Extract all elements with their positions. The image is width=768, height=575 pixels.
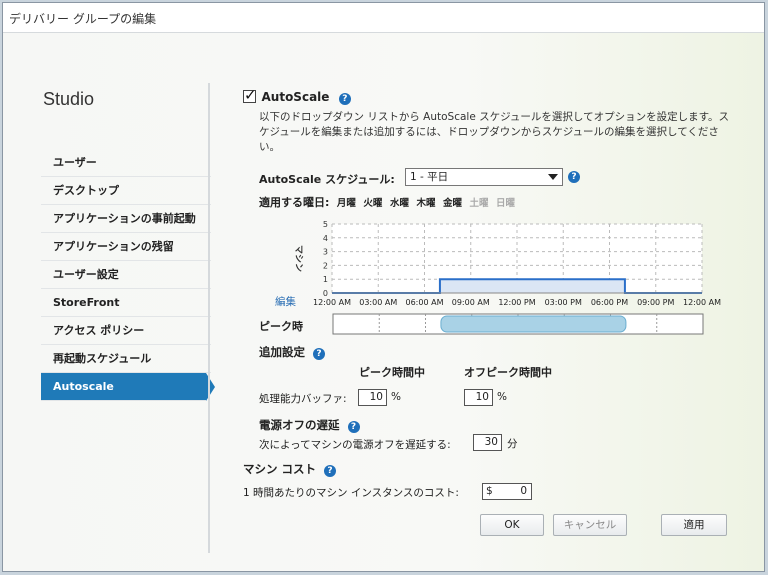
day-sun[interactable]: 日曜 — [496, 198, 515, 209]
schedule-dropdown-value: 1 - 平日 — [410, 171, 449, 183]
sidebar-item-users[interactable]: ユーザー — [41, 149, 211, 177]
schedule-label: AutoScale スケジュール: — [259, 173, 395, 186]
autoscale-row: ✓ AutoScale ? — [243, 86, 351, 107]
day-wed[interactable]: 水曜 — [390, 198, 409, 209]
col-offpeak-heading: オフピーク時間中 — [464, 366, 552, 379]
peak-range-segment[interactable] — [440, 315, 627, 333]
y-tick-label: 4 — [323, 234, 328, 243]
day-fri[interactable]: 金曜 — [443, 198, 462, 209]
days-row: 適用する曜日: 月曜 火曜 水曜 木曜 金曜 土曜 日曜 — [259, 194, 519, 210]
power-off-delay-input[interactable]: 30 — [473, 434, 502, 451]
y-tick-label: 2 — [323, 261, 328, 270]
y-axis-label: マシン — [293, 245, 304, 272]
peak-buffer-unit: % — [391, 391, 401, 403]
x-tick-label: 09:00 PM — [637, 298, 674, 307]
days-label: 適用する曜日: — [259, 196, 330, 209]
sidebar-item-app-prelaunch[interactable]: アプリケーションの事前起動 — [41, 205, 211, 233]
x-tick-label: 12:00 PM — [498, 298, 535, 307]
cancel-button[interactable]: キャンセル — [553, 514, 627, 536]
day-thu[interactable]: 木曜 — [416, 198, 435, 209]
window-title: デリバリー グループの編集 — [9, 12, 157, 26]
machine-cost-help-icon[interactable]: ? — [324, 465, 337, 477]
sidebar-item-app-lingering[interactable]: アプリケーションの残留 — [41, 233, 211, 261]
dialog-content: Studio ユーザー デスクトップ アプリケーションの事前起動 アプリケーショ… — [3, 33, 764, 571]
power-off-heading: 電源オフの遅延 — [259, 418, 340, 432]
schedule-dropdown[interactable]: 1 - 平日 — [405, 168, 563, 186]
autoscale-checkbox[interactable]: ✓ — [243, 86, 257, 104]
offpeak-buffer-input[interactable]: 10 — [464, 389, 493, 406]
edit-delivery-group-window: デリバリー グループの編集 Studio ユーザー デスクトップ アプリケーショ… — [2, 2, 765, 572]
peak-buffer-input[interactable]: 10 — [358, 389, 387, 406]
sidebar-item-autoscale[interactable]: Autoscale — [41, 373, 215, 401]
sidebar-item-access-policy[interactable]: アクセス ポリシー — [41, 317, 211, 345]
x-tick-label: 06:00 PM — [591, 298, 628, 307]
sidebar-item-desktops[interactable]: デスクトップ — [41, 177, 211, 205]
sidebar-item-restart-schedule[interactable]: 再起動スケジュール — [41, 345, 211, 373]
edit-schedule-link[interactable]: 編集 — [275, 294, 296, 309]
x-tick-label: 06:00 AM — [406, 298, 444, 307]
checkmark-icon: ✓ — [244, 86, 257, 104]
additional-settings-row: 追加設定 ? — [259, 344, 326, 360]
day-tue[interactable]: 火曜 — [363, 198, 382, 209]
machine-cost-value: 0 — [520, 485, 527, 497]
day-sat[interactable]: 土曜 — [469, 198, 488, 209]
studio-heading: Studio — [43, 89, 95, 109]
apply-button[interactable]: 適用 — [661, 514, 727, 536]
power-off-label: 次によってマシンの電源オフを遅延する: — [259, 439, 451, 451]
power-off-unit: 分 — [507, 438, 518, 450]
x-tick-label: 12:00 AM — [683, 298, 721, 307]
sidebar-item-user-settings[interactable]: ユーザー設定 — [41, 261, 211, 289]
power-off-row: 電源オフの遅延 ? — [259, 417, 360, 433]
y-tick-label: 1 — [323, 275, 328, 284]
x-tick-label: 03:00 AM — [359, 298, 397, 307]
machine-cost-heading: マシン コスト — [243, 462, 317, 476]
machine-cost-label: 1 時間あたりのマシン インスタンスのコスト: — [243, 487, 459, 499]
sidebar-nav: ユーザー デスクトップ アプリケーションの事前起動 アプリケーションの残留 ユー… — [41, 149, 215, 401]
additional-settings-help-icon[interactable]: ? — [313, 348, 326, 360]
x-tick-label: 09:00 AM — [452, 298, 490, 307]
offpeak-buffer-unit: % — [497, 391, 507, 403]
y-tick-label: 5 — [323, 220, 328, 229]
y-tick-label: 0 — [323, 289, 328, 298]
x-tick-label: 03:00 PM — [545, 298, 582, 307]
ok-button[interactable]: OK — [480, 514, 544, 536]
title-bar: デリバリー グループの編集 — [3, 3, 764, 33]
additional-settings-heading: 追加設定 — [259, 345, 305, 359]
buffer-label: 処理能力バッファ: — [259, 393, 347, 405]
machine-cost-row: マシン コスト ? — [243, 461, 337, 477]
sidebar-divider — [208, 83, 210, 553]
day-mon[interactable]: 月曜 — [337, 198, 356, 209]
autoscale-description: 以下のドロップダウン リストから AutoScale スケジュールを選択してオプ… — [259, 111, 730, 153]
power-off-help-icon[interactable]: ? — [347, 421, 360, 433]
peak-time-bar[interactable] — [332, 313, 704, 335]
x-tick-label: 12:00 AM — [313, 298, 351, 307]
schedule-help-icon[interactable]: ? — [568, 171, 580, 183]
col-peak-heading: ピーク時間中 — [359, 366, 425, 379]
chevron-down-icon — [548, 174, 558, 180]
autoscale-label: AutoScale — [261, 90, 330, 104]
y-tick-label: 3 — [323, 248, 328, 257]
machines-schedule-chart: 0 1 2 3 4 5 12:00 AM 03:00 AM 06:00 AM 09:00 AM 12… — [293, 220, 721, 307]
currency-symbol: $ — [486, 485, 493, 497]
peak-time-label: ピーク時 — [259, 320, 303, 333]
autoscale-help-icon[interactable]: ? — [338, 93, 351, 105]
sidebar-item-storefront[interactable]: StoreFront — [41, 289, 211, 317]
machine-cost-input[interactable]: $ 0 — [482, 483, 532, 500]
